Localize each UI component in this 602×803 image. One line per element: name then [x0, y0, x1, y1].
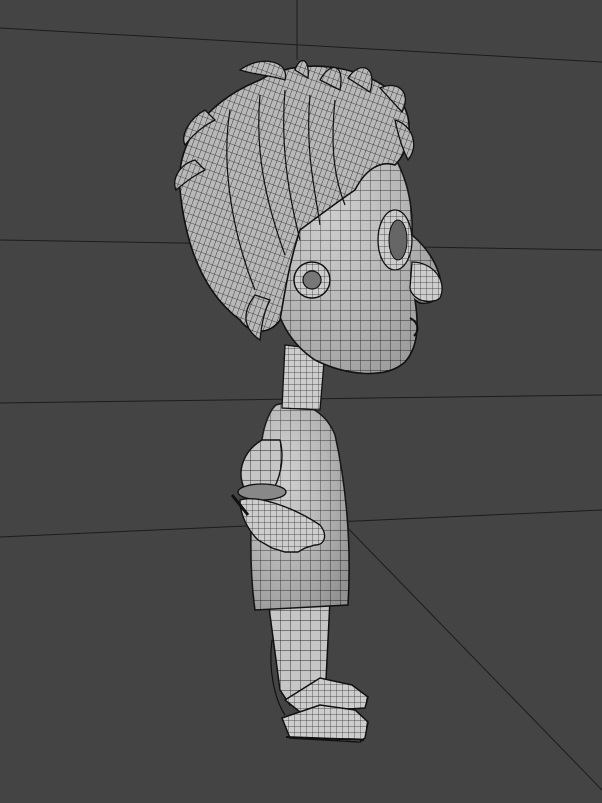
character-ear	[293, 261, 331, 299]
viewport-scene	[0, 0, 602, 791]
character-arm	[237, 439, 287, 501]
character-model[interactable]	[174, 60, 443, 743]
3d-viewport[interactable]	[0, 0, 602, 803]
